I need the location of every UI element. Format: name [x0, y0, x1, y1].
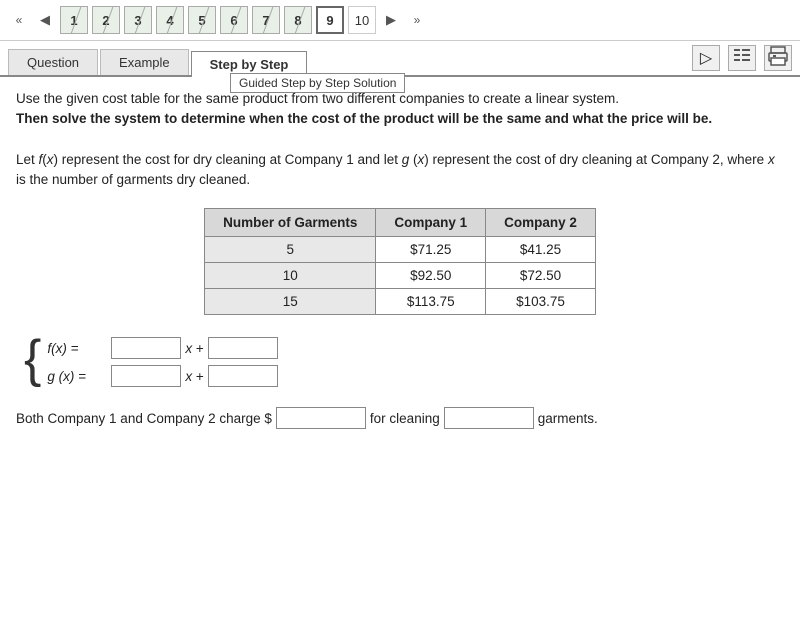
garments-cell: 15: [205, 289, 376, 315]
garments-count-input[interactable]: [444, 407, 534, 429]
page-btn-6[interactable]: 6: [220, 6, 248, 34]
company1-cell: $71.25: [376, 237, 486, 263]
company2-cell: $103.75: [486, 289, 596, 315]
table-row: 10 $92.50 $72.50: [205, 263, 596, 289]
page-btn-3[interactable]: 3: [124, 6, 152, 34]
next-page-button[interactable]: ▶: [380, 9, 402, 31]
play-icon-button[interactable]: ▷: [692, 45, 720, 71]
tab-example[interactable]: Example: [100, 49, 189, 75]
col-header-company2: Company 2: [486, 209, 596, 237]
print-icon: [767, 45, 789, 72]
garments-cell: 5: [205, 237, 376, 263]
gx-row: g (x) = x +: [47, 365, 277, 387]
last-page-button[interactable]: »: [406, 9, 428, 31]
page-btn-5[interactable]: 5: [188, 6, 216, 34]
prev-page-button[interactable]: ◀: [34, 9, 56, 31]
top-nav: « ◀ 1 2 3 4 5 6 7 8 9 10 ▶ »: [0, 0, 800, 41]
intro-line1: Use the given cost table for the same pr…: [16, 91, 619, 106]
company2-cell: $72.50: [486, 263, 596, 289]
page-btn-4[interactable]: 4: [156, 6, 184, 34]
gx-constant-input[interactable]: [208, 365, 278, 387]
col-header-company1: Company 1: [376, 209, 486, 237]
fx-coefficient-input[interactable]: [111, 337, 181, 359]
tab-question[interactable]: Question: [8, 49, 98, 75]
bottom-text1: Both Company 1 and Company 2 charge $: [16, 411, 272, 426]
list-icon-button[interactable]: [728, 45, 756, 71]
play-icon: ▷: [700, 48, 712, 68]
charge-amount-input[interactable]: [276, 407, 366, 429]
brace-symbol: {: [24, 333, 41, 385]
gx-label: g (x) =: [47, 369, 107, 384]
gx-x-label: x +: [185, 369, 203, 384]
intro-text: Use the given cost table for the same pr…: [16, 89, 784, 190]
page-btn-2[interactable]: 2: [92, 6, 120, 34]
tab-icons: ▷: [692, 45, 792, 75]
intro-line2: Then solve the system to determine when …: [16, 111, 712, 126]
tabs-bar: Question Example Step by Step Guided Ste…: [0, 41, 800, 77]
cost-table: Number of Garments Company 1 Company 2 5…: [204, 208, 596, 315]
eq-rows: f(x) = x + g (x) = x +: [47, 337, 277, 387]
page-btn-7[interactable]: 7: [252, 6, 280, 34]
table-row: 15 $113.75 $103.75: [205, 289, 596, 315]
cost-table-wrap: Number of Garments Company 1 Company 2 5…: [16, 208, 784, 315]
print-icon-button[interactable]: [764, 45, 792, 71]
bottom-sentence: Both Company 1 and Company 2 charge $ fo…: [16, 407, 784, 429]
fx-label: f(x) =: [47, 341, 107, 356]
first-page-button[interactable]: «: [8, 9, 30, 31]
fx-constant-input[interactable]: [208, 337, 278, 359]
fx-x-label: x +: [185, 341, 203, 356]
gx-coefficient-input[interactable]: [111, 365, 181, 387]
bottom-text3: garments.: [538, 411, 598, 426]
company1-cell: $92.50: [376, 263, 486, 289]
guided-tooltip: Guided Step by Step Solution: [230, 73, 405, 93]
list-icon: [732, 47, 752, 70]
fx-row: f(x) = x +: [47, 337, 277, 359]
page-btn-10[interactable]: 10: [348, 6, 376, 34]
bottom-text2: for cleaning: [370, 411, 440, 426]
table-row: 5 $71.25 $41.25: [205, 237, 596, 263]
company2-cell: $41.25: [486, 237, 596, 263]
page-btn-1[interactable]: 1: [60, 6, 88, 34]
col-header-garments: Number of Garments: [205, 209, 376, 237]
main-content: Use the given cost table for the same pr…: [0, 77, 800, 445]
company1-cell: $113.75: [376, 289, 486, 315]
page-btn-8[interactable]: 8: [284, 6, 312, 34]
page-btn-9[interactable]: 9: [316, 6, 344, 34]
intro-line3: Let f(x) represent the cost for dry clea…: [16, 152, 775, 187]
garments-cell: 10: [205, 263, 376, 289]
equations-section: { f(x) = x + g (x) = x +: [24, 333, 784, 387]
